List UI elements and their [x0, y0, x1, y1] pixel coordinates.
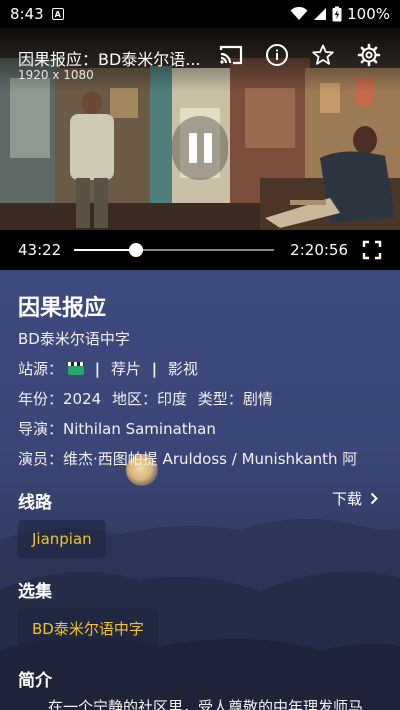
battery-icon — [332, 6, 342, 22]
info-icon[interactable] — [264, 42, 290, 68]
meta-line: 年份：2024 地区：印度 类型：剧情 — [18, 388, 273, 409]
region-label: 地区： — [111, 390, 157, 408]
current-time: 43:22 — [18, 241, 62, 259]
movie-title: 因果报应 — [18, 296, 107, 321]
video-title: 因果报应：BD泰米尔语... — [18, 50, 201, 69]
pause-icon — [188, 133, 197, 163]
source-separator: | — [94, 360, 101, 378]
battery-level: 100% — [347, 5, 390, 23]
player-actions — [218, 42, 382, 68]
movie-details: 因果报应 BD泰米尔语中字 站源： | 荐片 | 影视 年份：2024 地区：印… — [0, 270, 400, 710]
source-line: 站源： | 荐片 | 影视 — [18, 358, 198, 379]
year-value: 2024 — [63, 390, 102, 408]
clapperboard-icon[interactable] — [67, 362, 84, 375]
status-bar: 8:43 A 100% — [0, 0, 400, 28]
region-value: 印度 — [157, 390, 188, 408]
notification-icon: A — [51, 8, 64, 20]
routes-title: 线路 — [18, 493, 52, 513]
video-player[interactable]: 因果报应：BD泰米尔语... 1920 x 1080 43:22 2:20:56 — [0, 28, 400, 270]
status-time: 8:43 — [10, 5, 44, 23]
year-label: 年份： — [18, 390, 64, 408]
director-line: 导演：Nithilan Saminathan — [18, 418, 216, 439]
director-value: Nithilan Saminathan — [63, 420, 216, 438]
settings-icon[interactable] — [356, 42, 382, 68]
chevron-right-icon — [370, 492, 378, 505]
movie-subtitle: BD泰米尔语中字 — [18, 330, 130, 348]
seek-progress — [74, 249, 136, 251]
cast-value: 维杰·西图帕提 Aruldoss / Munishkanth 阿 — [63, 450, 358, 468]
download-button[interactable]: 下载 — [332, 488, 378, 509]
synopsis-title: 简介 — [18, 671, 52, 691]
star-icon[interactable] — [310, 42, 336, 68]
source-item[interactable]: 荐片 — [111, 360, 141, 378]
episode-chip[interactable]: BD泰米尔语中字 — [18, 609, 158, 647]
video-resolution: 1920 x 1080 — [18, 68, 94, 82]
episodes-title: 选集 — [18, 582, 52, 602]
genre-label: 类型： — [197, 390, 243, 408]
pause-button[interactable] — [172, 116, 228, 180]
signal-icon — [314, 8, 327, 20]
cast-line: 演员：维杰·西图帕提 Aruldoss / Munishkanth 阿 — [18, 448, 357, 469]
genre-value: 剧情 — [242, 390, 273, 408]
synopsis-text: 在一个宁静的社区里，受人尊敬的中年理发师马 — [48, 698, 364, 710]
seek-thumb[interactable] — [128, 243, 143, 257]
fullscreen-icon[interactable] — [362, 240, 382, 260]
source-label: 站源： — [18, 360, 64, 378]
source-separator: | — [151, 360, 158, 378]
source-item[interactable]: 影视 — [168, 360, 198, 378]
route-chip[interactable]: Jianpian — [18, 520, 106, 558]
cast-label: 演员： — [18, 450, 64, 468]
seek-bar[interactable] — [74, 240, 275, 260]
player-controls: 43:22 2:20:56 — [0, 230, 400, 270]
download-label: 下载 — [331, 490, 362, 508]
director-label: 导演： — [18, 420, 64, 438]
wifi-icon — [290, 7, 308, 20]
total-time: 2:20:56 — [290, 241, 348, 259]
cast-icon[interactable] — [218, 42, 244, 68]
